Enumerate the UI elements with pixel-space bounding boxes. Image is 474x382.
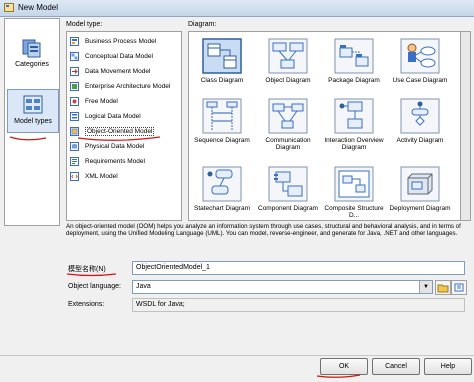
properties-button[interactable] (451, 280, 467, 295)
requirements-model-icon (70, 156, 79, 166)
use-case-diagram-icon (400, 38, 440, 74)
extensions-row: Extensions: WSDL for Java; (66, 298, 465, 312)
statechart-diagram-icon (202, 166, 242, 202)
model-types-button[interactable]: Model types (7, 89, 59, 133)
categories-button[interactable]: Categories (7, 37, 57, 79)
object-language-label: Object language: (68, 283, 121, 290)
window-title: New Model (18, 3, 59, 12)
object-diagram-icon (268, 38, 308, 74)
help-button[interactable]: Help (424, 358, 472, 375)
enterprise-architecture-model-icon (70, 81, 79, 91)
diagram-item[interactable]: Communication Diagram (255, 98, 321, 151)
model-types-icon (23, 95, 43, 114)
model-type-item[interactable]: Business Process Model (70, 36, 178, 47)
activity-diagram-icon (400, 98, 440, 134)
diagram-item[interactable]: Sequence Diagram (189, 98, 255, 144)
diagram-item[interactable]: Activity Diagram (387, 98, 453, 144)
model-description: An object-oriented model (OOM) helps you… (66, 223, 461, 238)
communication-diagram-icon (268, 98, 308, 134)
diagram-item[interactable]: Component Diagram (255, 166, 321, 212)
annotation-underline (66, 273, 117, 277)
title-bar: New Model (0, 0, 474, 17)
diagram-item[interactable]: Use Case Diagram (387, 38, 453, 84)
diagram-item[interactable]: Interaction Overview Diagram (321, 98, 387, 151)
diagram-item[interactable]: Composite Structure D... (321, 166, 387, 219)
interaction-overview-diagram-icon (334, 98, 374, 134)
model-type-item[interactable]: Data Movement Model (70, 66, 178, 77)
extensions-field[interactable]: WSDL for Java; (132, 298, 465, 312)
annotation-underline (77, 136, 161, 141)
business-process-model-icon (70, 36, 79, 46)
data-movement-model-icon (70, 66, 79, 76)
categories-label: Categories (15, 61, 49, 68)
annotation-underline (316, 374, 361, 378)
physical-data-model-icon (70, 141, 79, 151)
diagram-heading: Diagram: (188, 21, 217, 28)
diagram-scrollbar[interactable] (460, 31, 471, 221)
conceptual-data-model-icon (70, 51, 79, 61)
diagram-grid[interactable]: Class Diagram Object Diagram Package Dia… (188, 31, 465, 221)
composite-structure-diagram-icon (334, 166, 374, 202)
logical-data-model-icon (70, 111, 79, 121)
deployment-diagram-icon (400, 166, 440, 202)
model-type-item[interactable]: Logical Data Model (70, 111, 178, 122)
model-type-item[interactable]: Free Model (70, 96, 178, 107)
object-language-select[interactable]: Java ▼ (132, 280, 433, 294)
object-language-row: Object language: Java ▼ (66, 280, 467, 295)
diagram-item[interactable]: Statechart Diagram (189, 166, 255, 212)
open-folder-button[interactable] (435, 280, 451, 295)
folder-icon (437, 284, 449, 293)
model-type-list[interactable]: Business Process Model Conceptual Data M… (66, 31, 182, 221)
diagram-item[interactable]: Deployment Diagram (387, 166, 453, 212)
properties-icon (454, 283, 464, 292)
xml-model-icon (70, 171, 79, 181)
model-type-item[interactable]: Requirements Model (70, 156, 178, 167)
diagram-item[interactable]: Object Diagram (255, 38, 321, 84)
model-type-item[interactable]: Enterprise Architecture Model (70, 81, 178, 92)
cancel-button[interactable]: Cancel (372, 358, 420, 375)
sequence-diagram-icon (202, 98, 242, 134)
category-pane: Categories Model types (4, 18, 60, 226)
annotation-underline (9, 136, 47, 141)
model-type-item[interactable]: XML Model (70, 171, 178, 182)
extensions-label: Extensions: (68, 301, 105, 308)
component-diagram-icon (268, 166, 308, 202)
class-diagram-icon (202, 38, 242, 74)
diagram-item[interactable]: Package Diagram (321, 38, 387, 84)
model-type-heading: Model type: (66, 21, 103, 28)
model-name-row: 模型名称(N) ObjectOrientedModel_1 (66, 261, 465, 275)
chevron-down-icon[interactable]: ▼ (419, 281, 432, 293)
categories-icon (22, 39, 41, 58)
free-model-icon (70, 96, 79, 106)
package-diagram-icon (334, 38, 374, 74)
app-icon (4, 3, 14, 12)
diagram-item-selected[interactable]: Class Diagram (189, 38, 255, 84)
model-name-input[interactable]: ObjectOrientedModel_1 (132, 261, 465, 275)
model-types-label: Model types (14, 118, 52, 125)
separator (0, 355, 474, 356)
model-type-item[interactable]: Conceptual Data Model (70, 51, 178, 62)
